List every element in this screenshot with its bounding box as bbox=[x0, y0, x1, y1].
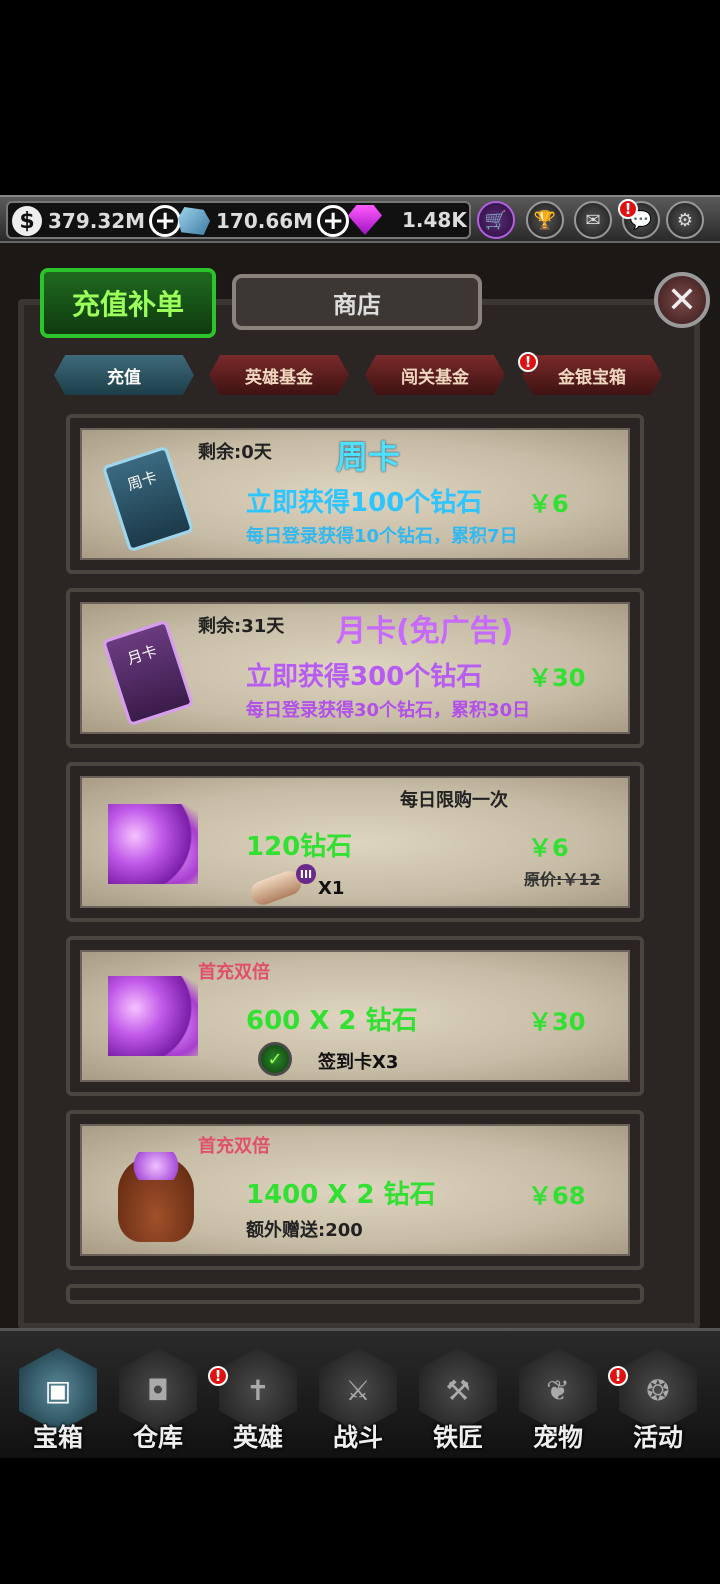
weekly-card-item: 周卡 bbox=[101, 445, 195, 553]
gem-amount: 1.48K bbox=[402, 208, 467, 232]
bonus-quantity: X1 bbox=[318, 878, 345, 899]
nav-battle[interactable]: ⚔ 战斗 bbox=[314, 1348, 402, 1452]
sign-in-card-icon: ✓ bbox=[258, 1042, 292, 1076]
daily-reward-desc: 每日登录获得30个钻石，累积30日 bbox=[246, 700, 531, 721]
add-crystal-button[interactable]: + bbox=[317, 205, 350, 237]
subtab-recharge[interactable]: 充值 bbox=[54, 355, 194, 395]
first-recharge-tag: 首充双倍 bbox=[198, 1136, 270, 1157]
gem-amount: 600 X 2 钻石 bbox=[246, 1006, 418, 1036]
scroll-tier-badge: III bbox=[296, 864, 316, 884]
first-recharge-tag: 首充双倍 bbox=[198, 962, 270, 983]
resource-bar: $ 379.32M + 170.66M + 1.48K 🛒 🏆 ✉ 💬 ! ⚙ bbox=[0, 195, 720, 243]
price[interactable]: ￥6 bbox=[528, 828, 569, 863]
gem-pile-icon bbox=[108, 804, 198, 884]
monthly-card-item: 月卡 bbox=[101, 619, 195, 727]
gem-icon bbox=[348, 205, 382, 235]
nav-label: 宝箱 bbox=[32, 1423, 83, 1452]
month-card-icon: 月卡 bbox=[101, 619, 195, 727]
nav-hero[interactable]: ✝ 英雄 bbox=[214, 1348, 302, 1452]
coin-icon: $ bbox=[12, 206, 42, 236]
nav-label: 活动 bbox=[632, 1423, 683, 1452]
price[interactable]: ￥6 bbox=[528, 484, 569, 519]
shop-title-tab[interactable]: 商店 bbox=[232, 274, 482, 330]
subtab-hero-fund[interactable]: 英雄基金 bbox=[209, 355, 349, 395]
recharge-fix-tab[interactable]: 充值补单 bbox=[40, 268, 216, 338]
nav-event[interactable]: ❂ 活动 bbox=[614, 1348, 702, 1452]
mail-icon[interactable]: ✉ bbox=[574, 201, 612, 239]
gem-pack-120[interactable]: 每日限购一次 120钻石 ￥6 原价:￥12 III X1 bbox=[66, 762, 644, 922]
price[interactable]: ￥30 bbox=[528, 1002, 585, 1037]
price[interactable]: ￥30 bbox=[528, 658, 585, 693]
gem-amount: 120钻石 bbox=[246, 832, 353, 862]
gem-pack-600[interactable]: 首充双倍 600 X 2 钻石 ￥30 ✓ 签到卡X3 bbox=[66, 936, 644, 1096]
gold-resource: $ 379.32M + bbox=[12, 205, 182, 237]
crystal-amount: 170.66M bbox=[216, 209, 314, 233]
event-alert-icon: ! bbox=[608, 1366, 628, 1386]
daily-limit-notice: 每日限购一次 bbox=[400, 790, 508, 811]
trophy-icon[interactable]: 🏆 bbox=[526, 201, 564, 239]
subtab-stage-fund[interactable]: 闯关基金 bbox=[365, 355, 505, 395]
crystal-icon bbox=[178, 207, 210, 235]
next-offer-peek bbox=[66, 1284, 644, 1304]
price[interactable]: ￥68 bbox=[528, 1176, 585, 1211]
extra-bonus: 额外赠送:200 bbox=[246, 1220, 363, 1241]
daily-reward-desc: 每日登录获得10个钻石，累积7日 bbox=[246, 526, 518, 547]
gear-icon[interactable]: ⚙ bbox=[666, 201, 704, 239]
gem-resource: 1.48K bbox=[348, 205, 467, 235]
status-area bbox=[0, 0, 720, 195]
week-card-icon: 周卡 bbox=[101, 445, 195, 553]
nav-blacksmith[interactable]: ⚒ 铁匠 bbox=[414, 1348, 502, 1452]
nav-chest[interactable]: ▣ 宝箱 bbox=[14, 1348, 102, 1452]
gem-pile-icon bbox=[108, 976, 198, 1056]
gold-amount: 379.32M bbox=[48, 209, 146, 233]
original-price: 原价:￥12 bbox=[524, 870, 601, 889]
card-title: 周卡 bbox=[336, 438, 401, 476]
gem-bag-icon bbox=[118, 1152, 194, 1242]
subtab-gold-silver-chest[interactable]: 金银宝箱 bbox=[522, 355, 662, 395]
weekly-card-offer[interactable]: 周卡 剩余:0天 周卡 立即获得100个钻石 ￥6 每日登录获得10个钻石，累积… bbox=[66, 414, 644, 574]
nav-label: 英雄 bbox=[232, 1423, 283, 1452]
nav-label: 战斗 bbox=[332, 1423, 383, 1452]
nav-label: 宠物 bbox=[532, 1423, 583, 1452]
bonus-item: 签到卡X3 bbox=[318, 1052, 399, 1073]
bottom-black-area bbox=[0, 1458, 720, 1584]
chat-alert-icon: ! bbox=[618, 199, 638, 219]
nav-label: 仓库 bbox=[132, 1423, 183, 1452]
nav-label: 铁匠 bbox=[432, 1423, 483, 1452]
chest-alert-icon: ! bbox=[518, 352, 538, 372]
gem-pack-1400[interactable]: 首充双倍 1400 X 2 钻石 ￥68 额外赠送:200 bbox=[66, 1110, 644, 1270]
cart-icon[interactable]: 🛒 bbox=[477, 201, 515, 239]
remaining-days: 剩余:0天 bbox=[198, 442, 272, 463]
card-title: 月卡(免广告) bbox=[336, 614, 514, 649]
instant-reward: 立即获得100个钻石 bbox=[246, 488, 483, 518]
hero-alert-icon: ! bbox=[208, 1366, 228, 1386]
add-gold-button[interactable]: + bbox=[149, 205, 182, 237]
remaining-days: 剩余:31天 bbox=[198, 616, 285, 637]
monthly-card-offer[interactable]: 月卡 剩余:31天 月卡(免广告) 立即获得300个钻石 ￥30 每日登录获得3… bbox=[66, 588, 644, 748]
nav-warehouse[interactable]: ◘ 仓库 bbox=[114, 1348, 202, 1452]
gem-bag-gems bbox=[128, 1152, 184, 1180]
gem-amount: 1400 X 2 钻石 bbox=[246, 1180, 436, 1210]
instant-reward: 立即获得300个钻石 bbox=[246, 662, 483, 692]
close-icon[interactable]: ✕ bbox=[654, 272, 710, 328]
nav-pet[interactable]: ❦ 宠物 bbox=[514, 1348, 602, 1452]
crystal-resource: 170.66M + bbox=[178, 205, 350, 237]
